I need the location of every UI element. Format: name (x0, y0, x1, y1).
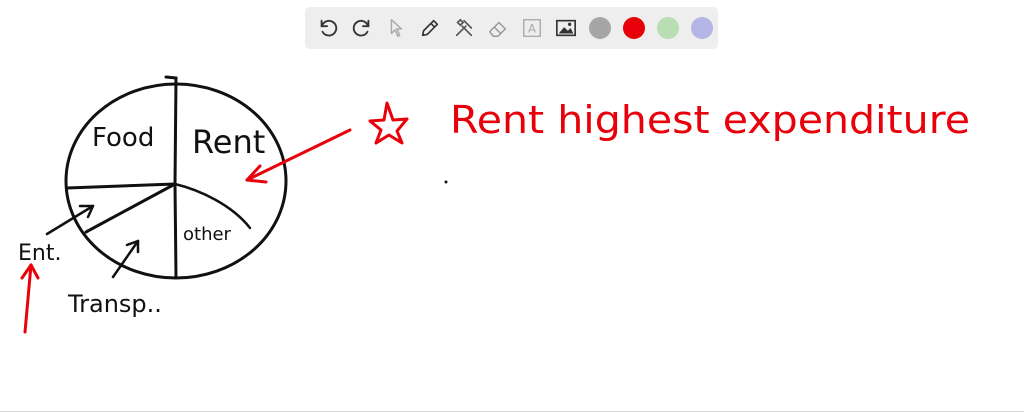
pie-divider-bottom (173, 182, 178, 279)
red-arrow-ent (20, 263, 40, 334)
drawing-canvas[interactable]: Food Rent other Ent. Transp.. Rent highe… (0, 0, 1024, 412)
label-food: Food (92, 123, 154, 153)
label-other: other (183, 224, 232, 245)
text-button[interactable]: A (519, 15, 545, 41)
image-icon (556, 19, 576, 37)
undo-icon (320, 19, 338, 37)
select-button[interactable] (383, 15, 409, 41)
pie-divider-left (65, 182, 177, 190)
redo-icon (352, 19, 370, 37)
eraser-icon (489, 21, 507, 37)
eraser-button[interactable] (485, 15, 511, 41)
text-icon: A (523, 19, 541, 37)
drawing-toolbar: A (305, 7, 718, 49)
note-rent-highest: Rent highest expenditure (450, 98, 970, 142)
color-swatch-gray[interactable] (589, 17, 611, 39)
pie-divider-top (164, 75, 178, 186)
image-button[interactable] (553, 15, 579, 41)
pointer-icon (390, 19, 403, 37)
color-swatch-green[interactable] (657, 17, 679, 39)
color-swatch-purple[interactable] (691, 17, 713, 39)
redo-button[interactable] (349, 15, 375, 41)
pen-button[interactable] (417, 15, 443, 41)
pie-divider-other (173, 182, 252, 230)
pie-divider-ent (84, 182, 177, 234)
tools-button[interactable] (451, 15, 477, 41)
pen-icon (421, 19, 439, 37)
label-rent: Rent (192, 123, 265, 161)
star-icon (368, 101, 409, 145)
tools-icon (455, 18, 473, 37)
label-ent: Ent. (18, 241, 61, 266)
svg-text:A: A (528, 22, 537, 36)
color-swatch-red[interactable] (623, 17, 645, 39)
undo-button[interactable] (315, 15, 341, 41)
stray-dot (444, 180, 448, 184)
label-transp: Transp.. (67, 290, 162, 318)
